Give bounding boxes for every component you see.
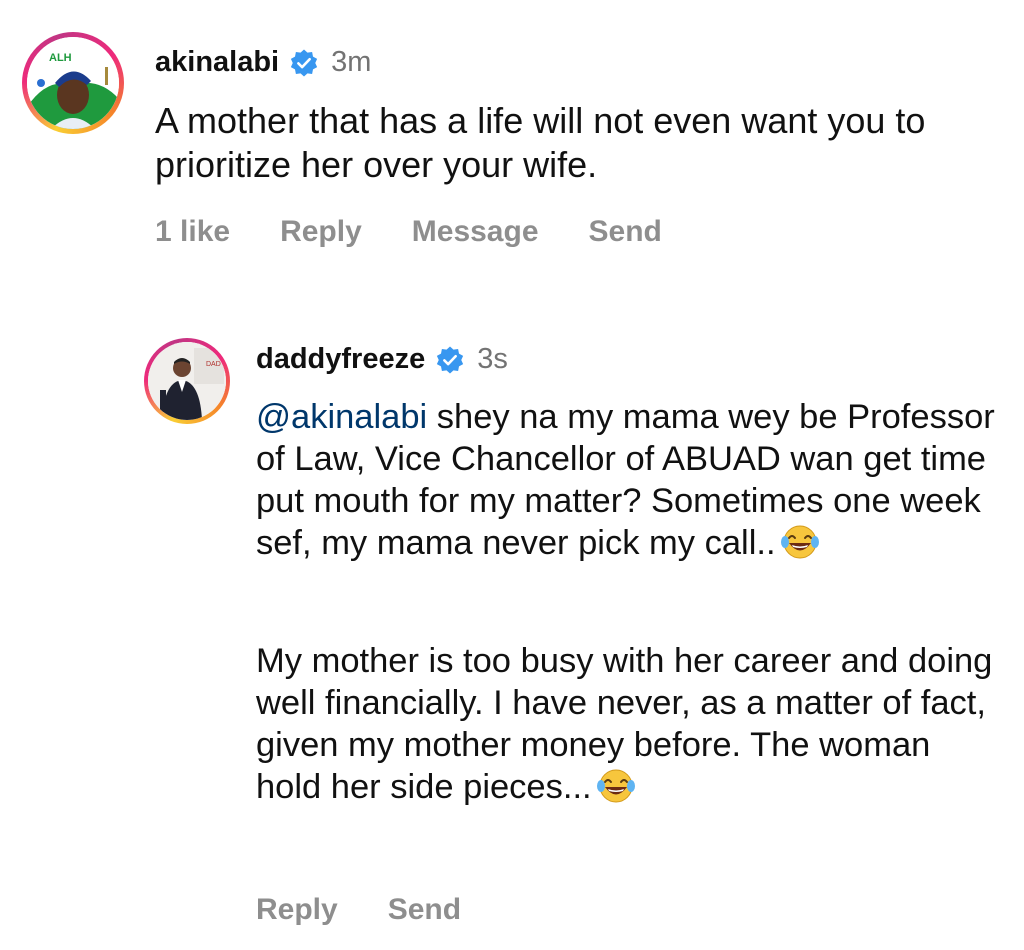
comment-actions: 1 like Reply Message Send — [155, 215, 712, 249]
header-row: daddyfreeze 3s — [256, 343, 508, 376]
avatar-image: DAD — [148, 342, 226, 420]
svg-text:ALH: ALH — [49, 52, 72, 64]
send-button[interactable]: Send — [388, 893, 461, 927]
reply-button[interactable]: Reply — [256, 893, 338, 927]
timestamp: 3m — [331, 46, 372, 78]
comment-actions: Reply Send — [256, 893, 511, 927]
username-akinalabi[interactable]: akinalabi — [155, 46, 279, 79]
timestamp: 3s — [477, 343, 508, 375]
like-count[interactable]: 1 like — [155, 215, 230, 249]
verified-badge-icon — [291, 49, 318, 76]
comment-text: A mother that has a life will not even w… — [155, 100, 926, 185]
comment-text-paragraph-1: @akinalabi shey na my mama wey be Profes… — [256, 396, 996, 564]
avatar-akinalabi[interactable]: ALH — [27, 37, 119, 129]
laughing-emoji-icon — [596, 769, 635, 803]
avatar-image: ALH — [27, 37, 119, 129]
mention-link[interactable]: @akinalabi — [256, 398, 427, 436]
header-row: akinalabi 3m — [155, 46, 371, 79]
send-button[interactable]: Send — [589, 215, 662, 249]
username-daddyfreeze[interactable]: daddyfreeze — [256, 343, 425, 376]
avatar-ring[interactable]: DAD — [144, 338, 230, 424]
verified-badge-icon — [437, 346, 464, 373]
reply-button[interactable]: Reply — [280, 215, 362, 249]
avatar-daddyfreeze[interactable]: DAD — [148, 342, 226, 420]
comment-text-paragraph-2: My mother is too busy with her career an… — [256, 640, 996, 808]
message-button[interactable]: Message — [412, 215, 539, 249]
svg-text:DAD: DAD — [206, 361, 221, 368]
avatar-ring[interactable]: ALH — [22, 32, 124, 134]
laughing-emoji-icon — [780, 525, 819, 559]
